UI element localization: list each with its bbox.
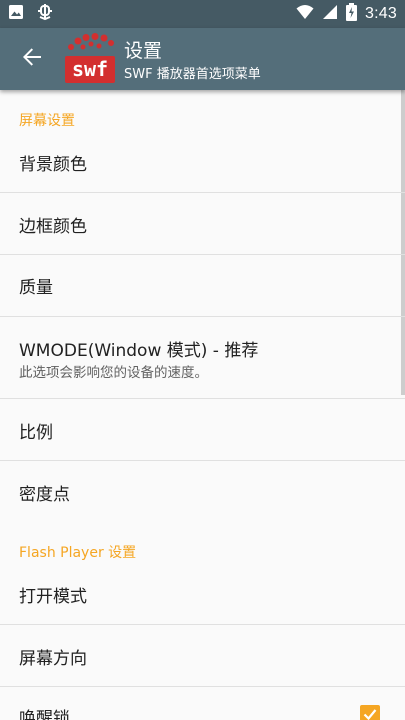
- status-time: 3:43: [365, 5, 397, 22]
- page-subtitle: SWF 播放器首选项菜单: [124, 67, 261, 82]
- pref-title: 比例: [19, 423, 53, 443]
- pref-scale[interactable]: 比例: [0, 399, 405, 461]
- cell-signal-icon: [322, 4, 338, 24]
- pref-summary: 此选项会影响您的设备的速度。: [19, 365, 208, 381]
- logo-text: swf: [72, 57, 108, 81]
- pref-title: 背景颜色: [19, 155, 87, 175]
- pref-quality[interactable]: 质量: [0, 255, 405, 317]
- pref-border-color[interactable]: 边框颜色: [0, 193, 405, 255]
- pref-title: 边框颜色: [19, 217, 87, 237]
- swf-app-logo: swf: [62, 33, 118, 85]
- pref-background-color[interactable]: 背景颜色: [0, 131, 405, 193]
- pref-title: 唤醒锁: [19, 709, 70, 720]
- battery-charging-icon: [346, 3, 358, 25]
- pref-title: WMODE(Window 模式) - 推荐: [19, 341, 259, 361]
- pref-wake-lock[interactable]: 唤醒锁: [0, 687, 405, 720]
- category-flash-player-settings: Flash Player 设置: [19, 545, 137, 561]
- preferences-list[interactable]: 屏幕设置 背景颜色 边框颜色 质量 WMODE(Window 模式) - 推荐 …: [0, 90, 405, 720]
- pref-title: 密度点: [19, 485, 70, 505]
- wifi-icon: [296, 4, 314, 24]
- wake-lock-checkbox[interactable]: [360, 705, 380, 720]
- arrow-back-icon: [22, 47, 42, 71]
- status-bar: 3:43: [0, 0, 405, 28]
- back-button[interactable]: [12, 39, 52, 79]
- pref-title: 屏幕方向: [19, 649, 87, 669]
- category-screen-settings: 屏幕设置: [19, 113, 75, 129]
- pref-dpi[interactable]: 密度点: [0, 461, 405, 523]
- checkmark-icon: [363, 706, 377, 720]
- pref-title: 打开模式: [19, 587, 87, 607]
- pref-title: 质量: [19, 278, 53, 298]
- pref-open-mode[interactable]: 打开模式: [0, 563, 405, 625]
- app-toolbar: swf 设置 SWF 播放器首选项菜单: [0, 28, 405, 90]
- pref-screen-orientation[interactable]: 屏幕方向: [0, 625, 405, 687]
- image-icon: [8, 4, 24, 24]
- pref-wmode[interactable]: WMODE(Window 模式) - 推荐 此选项会影响您的设备的速度。: [0, 317, 405, 399]
- page-title: 设置: [124, 40, 163, 62]
- bug-icon: [36, 3, 54, 25]
